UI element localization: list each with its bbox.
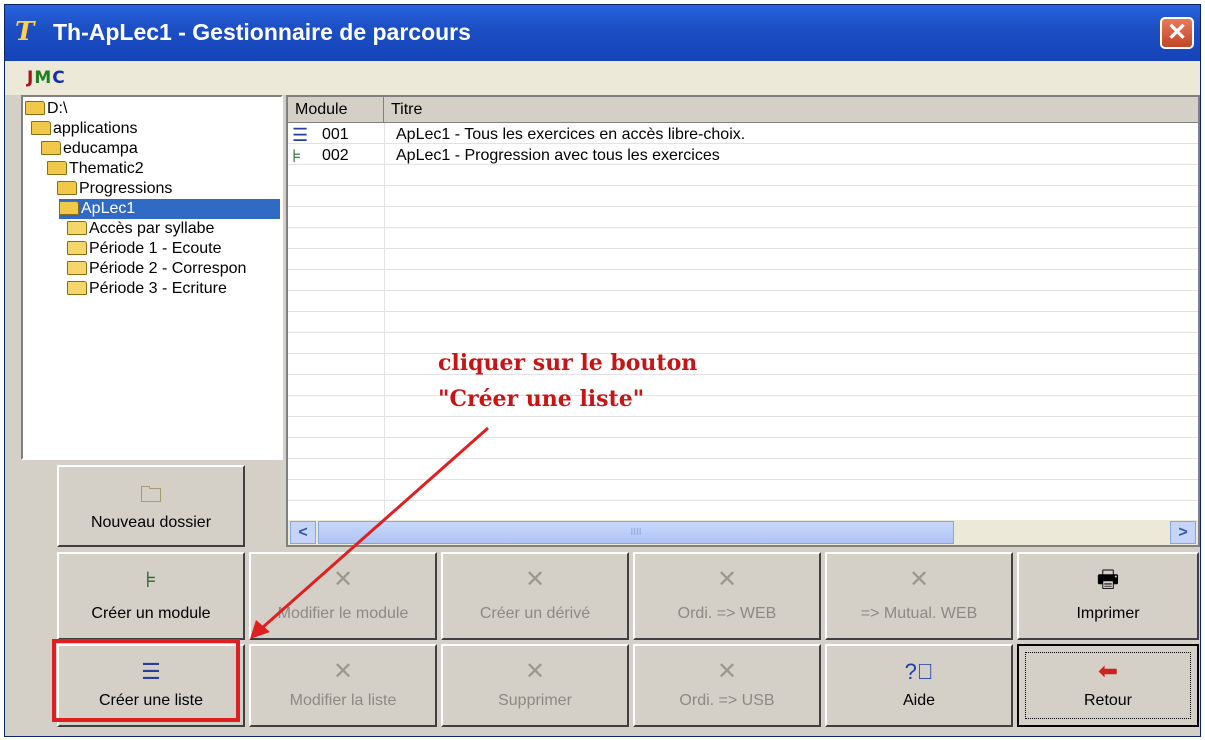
annotation-arrow <box>250 426 489 639</box>
